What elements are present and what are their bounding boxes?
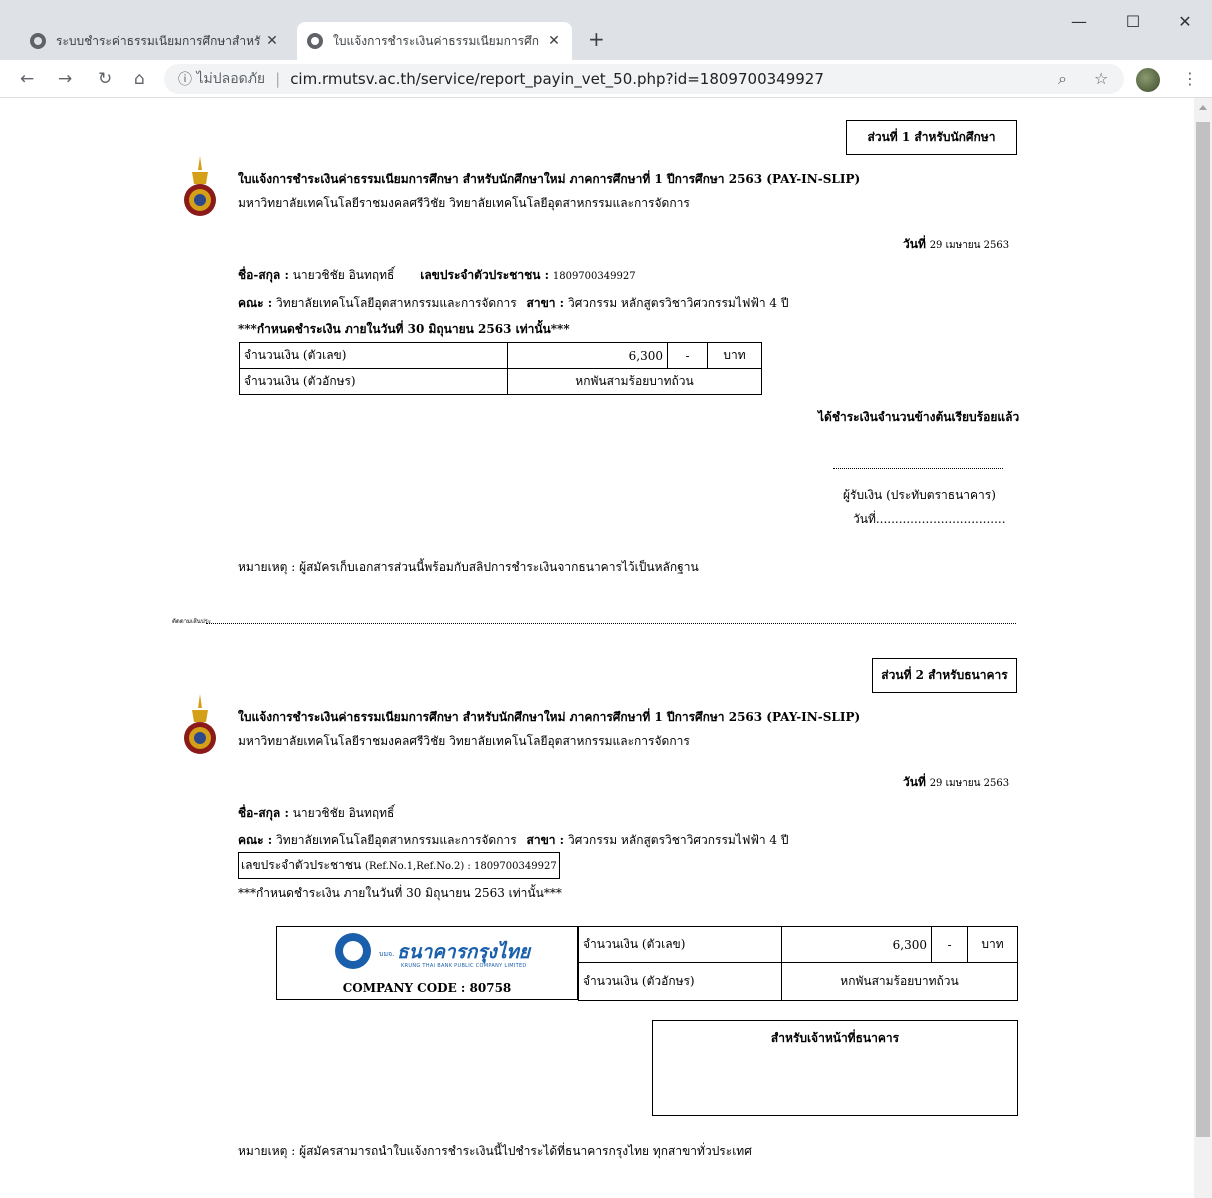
close-tab-icon[interactable]: ✕: [546, 33, 562, 49]
info-icon[interactable]: ⓘ: [178, 69, 196, 89]
university-emblem: [184, 694, 216, 754]
part2-ref-detail: (Ref.No.1,Ref.No.2) : 1809700349927: [365, 861, 557, 872]
scroll-up-icon[interactable]: [1199, 105, 1207, 110]
part2-label: ส่วนที่ 2 สำหรับธนาคาร: [872, 658, 1017, 693]
part1-label: ส่วนที่ 1 สำหรับนักศึกษา: [846, 120, 1017, 155]
globe-icon: [307, 33, 323, 49]
page-content: ส่วนที่ 1 สำหรับนักศึกษา ใบแจ้งการชำระเง…: [0, 98, 1194, 1198]
krungthai-bank-logo-icon: [335, 933, 371, 969]
currency-label: บาท: [707, 342, 762, 369]
zoom-icon[interactable]: ⌕: [1058, 69, 1067, 89]
cut-line: [206, 623, 1016, 624]
part1-faculty-label: คณะ :: [238, 296, 273, 310]
amount-number-value: 6,300: [507, 342, 668, 369]
bank-logo-box: บมจ. ธนาคารกรุงไทย KRUNG THAI BANK PUBLI…: [276, 926, 578, 1000]
address-bar[interactable]: ⓘ ไม่ปลอดภัย | cim.rmutsv.ac.th/service/…: [164, 64, 1124, 94]
part2-heading: ใบแจ้งการชำระเงินค่าธรรมเนียมการศึกษา สำ…: [238, 710, 861, 724]
globe-icon: [30, 33, 46, 49]
amount-number-value: 6,300: [781, 926, 932, 963]
signature-line: [833, 468, 1003, 469]
security-label: ไม่ปลอดภัย: [196, 71, 266, 87]
company-code: COMPANY CODE : 80758: [342, 981, 512, 995]
tab-title: ระบบชำระค่าธรรมเนียมการศึกษาสำหรั: [56, 33, 261, 48]
amount-text-value: หกพันสามร้อยบาทถ้วน: [781, 962, 1018, 1001]
part1-receiver-label: ผู้รับเงิน (ประทับตราธนาคาร): [843, 488, 996, 502]
part1-id-value: 1809700349927: [552, 271, 636, 282]
part2-date-label: วันที่: [903, 775, 926, 789]
amount-number-label: จำนวนเงิน (ตัวเลข): [239, 342, 508, 369]
bank-officer-label: สำหรับเจ้าหน้าที่ธนาคาร: [770, 1031, 900, 1045]
new-tab-button[interactable]: +: [588, 27, 605, 51]
scrollbar-thumb[interactable]: [1196, 122, 1210, 1137]
amount-text-label: จำนวนเงิน (ตัวอักษร): [578, 962, 782, 1001]
amount-number-label: จำนวนเงิน (ตัวเลข): [578, 926, 782, 963]
currency-label: บาท: [967, 926, 1018, 963]
part2-deadline: ***กำหนดชำระเงิน ภายในวันที่ 30 มิถุนายน…: [238, 886, 562, 900]
part2-institution: มหาวิทยาลัยเทคโนโลยีราชมงคลศรีวิชัย วิทย…: [238, 734, 690, 748]
reload-icon[interactable]: ↻: [98, 69, 112, 89]
maximize-icon[interactable]: ☐: [1118, 12, 1148, 31]
amount-dash: -: [667, 342, 708, 369]
amount-text-value: หกพันสามร้อยบาทถ้วน: [507, 368, 762, 395]
part1-date-value: 29 เมษายน 2563: [929, 240, 1010, 251]
minimize-icon[interactable]: —: [1064, 12, 1094, 31]
part1-date-label: วันที่: [903, 237, 926, 251]
url-text: cim.rmutsv.ac.th/service/report_payin_ve…: [290, 70, 824, 88]
tab-payin-slip[interactable]: ใบแจ้งการชำระเงินค่าธรรมเนียมการศึก ✕: [297, 22, 572, 60]
part2-name-value: นายวชิชัย อินทฤทธิ์: [292, 806, 395, 820]
part1-faculty-value: วิทยาลัยเทคโนโลยีอุตสาหกรรมและการจัดการ: [276, 296, 517, 310]
part2-amount-table: จำนวนเงิน (ตัวเลข) 6,300 - บาท จำนวนเงิน…: [578, 926, 1018, 1001]
amount-text-label: จำนวนเงิน (ตัวอักษร): [239, 368, 508, 395]
university-emblem: [184, 156, 216, 216]
amount-dash: -: [931, 926, 968, 963]
bank-officer-box: สำหรับเจ้าหน้าที่ธนาคาร: [652, 1020, 1018, 1116]
part2-ref-label: เลขประจำตัวประชาชน: [241, 858, 362, 872]
home-icon[interactable]: ⌂: [134, 69, 145, 89]
part2-name-label: ชื่อ-สกุล :: [238, 806, 289, 820]
cut-line-label: ตัดตามเส้นประ: [172, 618, 212, 625]
part2-major-value: วิศวกรรม หลักสูตรวิชาวิศวกรรมไฟฟ้า 4 ปี: [567, 833, 789, 847]
part1-deadline: ***กำหนดชำระเงิน ภายในวันที่ 30 มิถุนายน…: [238, 322, 570, 336]
part2-date-value: 29 เมษายน 2563: [929, 778, 1010, 789]
part1-name-value: นายวชิชัย อินทฤทธิ์: [292, 268, 395, 282]
part2-ref-box: เลขประจำตัวประชาชน (Ref.No.1,Ref.No.2) :…: [238, 852, 560, 879]
part2-faculty-label: คณะ :: [238, 833, 273, 847]
browser-titlebar: ระบบชำระค่าธรรมเนียมการศึกษาสำหรั ✕ ใบแจ…: [0, 0, 1212, 60]
part1-heading: ใบแจ้งการชำระเงินค่าธรรมเนียมการศึกษา สำ…: [238, 172, 861, 186]
bank-prefix: บมจ.: [379, 950, 395, 958]
close-tab-icon[interactable]: ✕: [264, 33, 280, 49]
tab-title: ใบแจ้งการชำระเงินค่าธรรมเนียมการศึก: [333, 33, 539, 48]
vertical-scrollbar[interactable]: [1194, 98, 1212, 1198]
part1-major-label: สาขา :: [526, 296, 565, 310]
browser-toolbar: ← → ↻ ⌂ ⓘ ไม่ปลอดภัย | cim.rmutsv.ac.th/…: [0, 60, 1212, 98]
part1-name-label: ชื่อ-สกุล :: [238, 268, 289, 282]
part1-major-value: วิศวกรรม หลักสูตรวิชาวิศวกรรมไฟฟ้า 4 ปี: [567, 296, 789, 310]
back-icon[interactable]: ←: [20, 69, 34, 89]
part2-major-label: สาขา :: [526, 833, 565, 847]
tab-payment-system[interactable]: ระบบชำระค่าธรรมเนียมการศึกษาสำหรั ✕: [20, 22, 290, 60]
part1-institution: มหาวิทยาลัยเทคโนโลยีราชมงคลศรีวิชัย วิทย…: [238, 196, 690, 210]
close-window-icon[interactable]: ✕: [1170, 12, 1200, 31]
part2-faculty-value: วิทยาลัยเทคโนโลยีอุตสาหกรรมและการจัดการ: [276, 833, 517, 847]
part1-note: หมายเหตุ : ผู้สมัครเก็บเอกสารส่วนนี้พร้อ…: [238, 560, 699, 574]
bookmark-star-icon[interactable]: ☆: [1094, 69, 1108, 88]
menu-icon[interactable]: ⋮: [1182, 69, 1198, 88]
part2-note: หมายเหตุ : ผู้สมัครสามารถนำใบแจ้งการชำระ…: [238, 1144, 752, 1158]
bank-subtitle: KRUNG THAI BANK PUBLIC COMPANY LIMITED: [401, 963, 527, 969]
part1-amount-table: จำนวนเงิน (ตัวเลข) 6,300 - บาท จำนวนเงิน…: [239, 342, 762, 395]
part1-receiver-date: วันที่..................................: [853, 512, 1006, 526]
forward-icon[interactable]: →: [58, 69, 72, 89]
profile-avatar[interactable]: [1136, 68, 1160, 92]
part1-id-label: เลขประจำตัวประชาชน :: [420, 268, 550, 282]
part1-received-text: ได้ชำระเงินจำนวนข้างต้นเรียบร้อยแล้ว: [818, 410, 1020, 424]
